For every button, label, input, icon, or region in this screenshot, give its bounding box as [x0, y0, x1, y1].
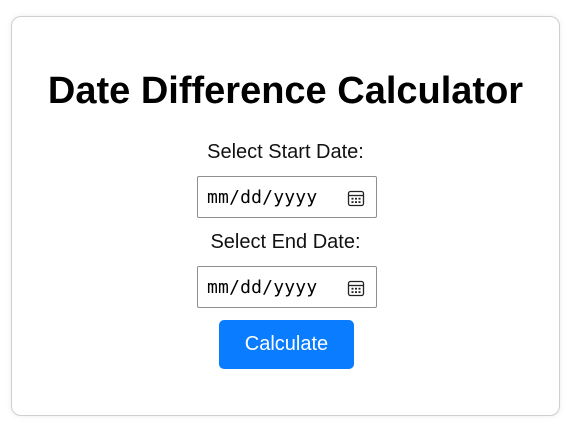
end-date-input[interactable]: mm/dd/yyyy [197, 266, 377, 308]
start-date-label: Select Start Date: [207, 141, 364, 163]
calculate-button[interactable]: Calculate [219, 320, 354, 369]
page-title: Date Difference Calculator [47, 70, 524, 112]
end-date-value: mm/dd/yyyy [207, 276, 318, 298]
start-date-value: mm/dd/yyyy [207, 186, 318, 208]
calendar-icon[interactable] [346, 188, 366, 208]
calendar-icon[interactable] [346, 278, 366, 298]
calculator-card: Date Difference Calculator Select Start … [11, 16, 560, 416]
end-date-label: Select End Date: [210, 231, 361, 253]
start-date-input[interactable]: mm/dd/yyyy [197, 176, 377, 218]
